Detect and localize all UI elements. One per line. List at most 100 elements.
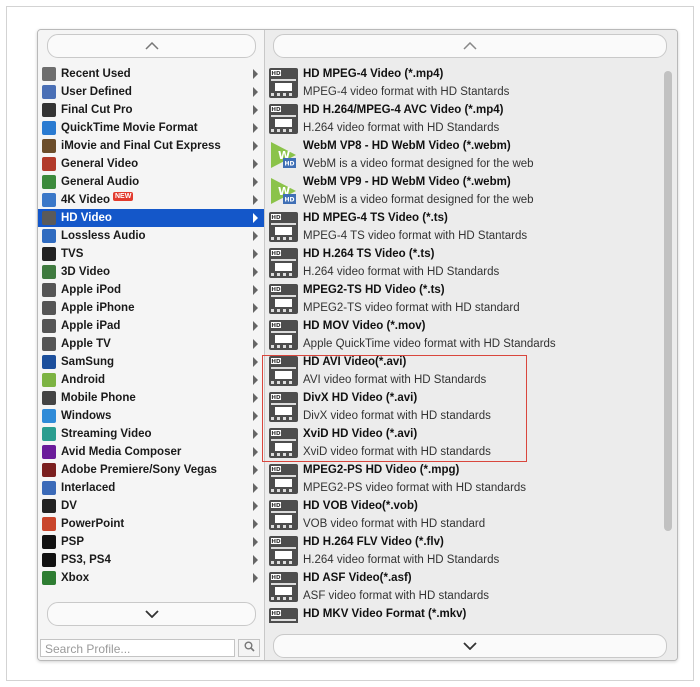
hd-film-icon: HD [269, 320, 298, 350]
category-item[interactable]: TVS [38, 245, 264, 263]
category-item[interactable]: Android [38, 371, 264, 389]
search-button[interactable] [238, 639, 260, 657]
format-scrollbar[interactable] [664, 71, 672, 531]
category-label: Apple iPod [61, 284, 122, 296]
avid-icon [42, 445, 56, 459]
category-label: PowerPoint [61, 518, 125, 530]
category-item[interactable]: Interlaced [38, 479, 264, 497]
format-item[interactable]: HD XviD HD Video (*.avi) XviD video format… [265, 425, 667, 461]
hd-film-icon: HD [269, 104, 298, 134]
tv-icon [42, 247, 56, 261]
format-item[interactable]: HD HD H.264 TS Video (*.ts) H.264 video fo… [265, 245, 667, 281]
format-title: HD MPEG-4 TS Video (*.ts) [303, 212, 448, 224]
hd-film-icon: HD [269, 536, 298, 566]
chevron-right-icon [253, 267, 258, 277]
format-item[interactable]: HD MPEG2-TS HD Video (*.ts) MPEG2-TS video… [265, 281, 667, 317]
category-item[interactable]: PSP [38, 533, 264, 551]
svg-text:HD: HD [271, 503, 281, 509]
category-label: General Video [61, 158, 139, 170]
category-item[interactable]: Streaming Video [38, 425, 264, 443]
category-scroll-down-button[interactable] [47, 602, 256, 626]
category-item[interactable]: Final Cut Pro [38, 101, 264, 119]
format-item[interactable]: HD HD ASF Video(*.asf) ASF video format wi… [265, 569, 667, 605]
format-description: ASF video format with HD standards [303, 590, 489, 602]
category-item[interactable]: User Defined [38, 83, 264, 101]
category-item[interactable]: PS3, PS4 [38, 551, 264, 569]
svg-text:HD: HD [271, 467, 281, 473]
format-title: MPEG2-TS HD Video (*.ts) [303, 284, 445, 296]
format-description: AVI video format with HD Standards [303, 374, 487, 386]
category-item[interactable]: Apple TV [38, 335, 264, 353]
quicktime-icon [42, 121, 56, 135]
chevron-right-icon [253, 195, 258, 205]
format-item[interactable]: HD HD H.264 FLV Video (*.flv) H.264 video … [265, 533, 667, 569]
category-item[interactable]: 3D Video [38, 263, 264, 281]
category-item[interactable]: 4K Video NEW [38, 191, 264, 209]
category-item[interactable]: Xbox [38, 569, 264, 587]
format-item[interactable]: HD DivX HD Video (*.avi) DivX video format… [265, 389, 667, 425]
format-item[interactable]: HD HD H.264/MPEG-4 AVC Video (*.mp4) H.264… [265, 101, 667, 137]
search-profile-input[interactable]: Search Profile... [40, 639, 235, 657]
format-scroll-up-button[interactable] [273, 34, 667, 58]
category-item[interactable]: PowerPoint [38, 515, 264, 533]
format-item[interactable]: HD HD MPEG-4 TS Video (*.ts) MPEG-4 TS vid… [265, 209, 667, 245]
film-icon [42, 157, 56, 171]
chevron-right-icon [253, 69, 258, 79]
chevron-right-icon [253, 141, 258, 151]
category-label: HD Video [61, 212, 112, 224]
chevron-right-icon [253, 321, 258, 331]
category-label: Mobile Phone [61, 392, 136, 404]
apple-icon [42, 301, 56, 315]
category-item[interactable]: QuickTime Movie Format [38, 119, 264, 137]
category-item[interactable]: Apple iPhone [38, 299, 264, 317]
hd-film-icon: HD [269, 572, 298, 602]
samsung-icon [42, 355, 56, 369]
apple-icon [42, 283, 56, 297]
hd-icon [42, 211, 56, 225]
chevron-right-icon [253, 483, 258, 493]
format-title: XviD HD Video (*.avi) [303, 428, 418, 440]
category-item[interactable]: General Audio [38, 173, 264, 191]
format-item[interactable]: HD HD VOB Video(*.vob) VOB video format wi… [265, 497, 667, 533]
format-item[interactable]: HD MPEG2-PS HD Video (*.mpg) MPEG2-PS vide… [265, 461, 667, 497]
svg-text:HD: HD [284, 161, 294, 168]
category-item[interactable]: Windows [38, 407, 264, 425]
format-item[interactable]: W HD WebM VP9 - HD WebM Video (*.webm) WebM… [265, 173, 667, 209]
category-label: 4K Video [61, 194, 110, 206]
format-item[interactable]: W HD WebM VP8 - HD WebM Video (*.webm) WebM… [265, 137, 667, 173]
category-item[interactable]: Avid Media Composer [38, 443, 264, 461]
format-item[interactable]: HD HD AVI Video(*.avi) AVI video format wi… [265, 353, 667, 389]
chevron-right-icon [253, 249, 258, 259]
svg-text:HD: HD [271, 107, 281, 113]
category-item[interactable]: DV [38, 497, 264, 515]
category-item[interactable]: General Video [38, 155, 264, 173]
format-description: WebM is a video format designed for the … [303, 194, 534, 206]
svg-text:HD: HD [271, 359, 281, 365]
category-label: SamSung [61, 356, 115, 368]
svg-text:HD: HD [271, 215, 281, 221]
chevron-up-icon [463, 42, 477, 50]
category-scroll-up-button[interactable] [47, 34, 256, 58]
category-item[interactable]: Recent Used [38, 65, 264, 83]
category-item[interactable]: SamSung [38, 353, 264, 371]
chevron-right-icon [253, 573, 258, 583]
category-item[interactable]: Lossless Audio [38, 227, 264, 245]
svg-text:HD: HD [271, 251, 281, 257]
category-item[interactable]: iMovie and Final Cut Express [38, 137, 264, 155]
chevron-right-icon [253, 123, 258, 133]
category-item[interactable]: Apple iPad [38, 317, 264, 335]
category-item[interactable]: Apple iPod [38, 281, 264, 299]
category-item[interactable]: Mobile Phone [38, 389, 264, 407]
hd-film-icon: HD [269, 248, 298, 278]
chevron-right-icon [253, 375, 258, 385]
format-title: HD MKV Video Format (*.mkv) [303, 608, 467, 620]
format-description: MPEG-4 video format with HD Stantards [303, 86, 510, 98]
category-item[interactable]: Adobe Premiere/Sony Vegas [38, 461, 264, 479]
format-item[interactable]: HD HD MKV Video Format (*.mkv) [265, 605, 667, 623]
hd-film-icon: HD [269, 212, 298, 242]
category-item[interactable]: HD Video [38, 209, 264, 227]
format-scroll-down-button[interactable] [273, 634, 667, 658]
format-item[interactable]: HD HD MOV Video (*.mov) Apple QuickTime vi… [265, 317, 667, 353]
webm-icon: W HD [269, 176, 298, 206]
format-item[interactable]: HD HD MPEG-4 Video (*.mp4) MPEG-4 video fo… [265, 65, 667, 101]
